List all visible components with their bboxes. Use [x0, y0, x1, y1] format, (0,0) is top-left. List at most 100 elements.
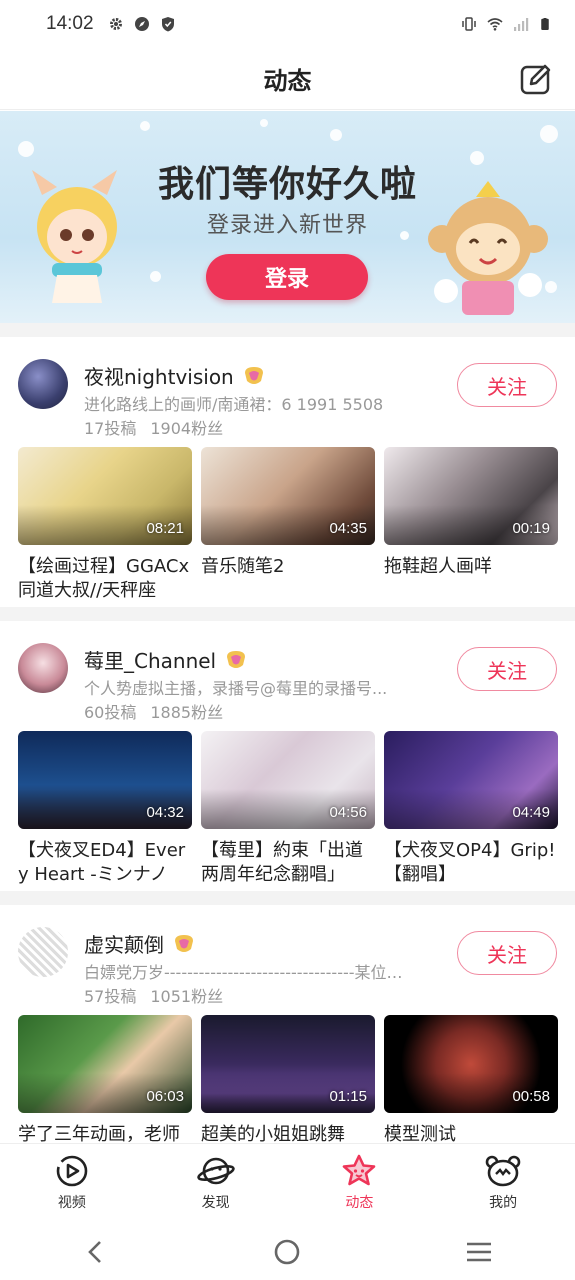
wifi-icon — [487, 18, 503, 31]
tab-label: 视频 — [57, 1195, 86, 1211]
video-title[interactable]: 模型测试 — [384, 1123, 558, 1143]
uploader-card: 莓里_Channel 个人势虚拟主播，录播号@莓里的录播号... 60投稿 188… — [0, 621, 575, 891]
video-item[interactable]: 04:56 【莓里】約束「出道两周年纪念翻唱」 — [201, 731, 375, 887]
video-duration: 06:03 — [146, 1088, 184, 1105]
video-duration: 01:15 — [329, 1088, 367, 1105]
video-title[interactable]: 【绘画过程】GGACx同道大叔//天秤座 — [18, 555, 192, 603]
video-item[interactable]: 06:03 学了三年动画，老师 — [18, 1015, 192, 1143]
follow-button[interactable]: 关注 — [457, 363, 557, 407]
video-item[interactable]: 04:35 音乐随笔2 — [201, 447, 375, 603]
bear-tab-icon — [485, 1155, 521, 1187]
video-duration: 04:49 — [512, 804, 550, 821]
video-item[interactable]: 01:15 超美的小姐姐跳舞 — [201, 1015, 375, 1143]
login-button[interactable]: 登录 — [206, 254, 368, 300]
signal-icon — [514, 18, 529, 31]
post-count: 57投稿 — [84, 987, 137, 1006]
uploader-description: 进化路线上的画师/南通裙：6 1991 5508 — [84, 395, 384, 414]
uploader-name-row[interactable]: 莓里_Channel — [84, 645, 248, 674]
follow-button[interactable]: 关注 — [457, 931, 557, 975]
video-title[interactable]: 超美的小姐姐跳舞 — [201, 1123, 375, 1143]
star-tab-icon — [343, 1154, 376, 1186]
video-thumbnail[interactable]: 04:56 — [201, 731, 375, 829]
uploader-description: 个人势虚拟主播，录播号@莓里的录播号... — [84, 679, 388, 698]
uploader-stats: 17投稿 1904粉丝 — [84, 415, 223, 439]
banner-title: 我们等你好久啦 — [157, 164, 417, 205]
uploader-card: 虚实颠倒 白嫖党万岁------------------------------… — [0, 905, 575, 1143]
tab-label: 发现 — [201, 1195, 230, 1211]
follow-button[interactable]: 关注 — [457, 647, 557, 691]
gear-icon — [109, 18, 122, 30]
battery-icon — [541, 18, 549, 30]
verified-badge-icon — [175, 934, 193, 952]
verified-badge-icon — [227, 650, 246, 668]
uploader-name[interactable]: 夜视nightvision — [84, 361, 234, 390]
video-thumbnail[interactable]: 04:35 — [201, 447, 375, 545]
video-thumbnail[interactable]: 01:15 — [201, 1015, 375, 1113]
page-title: 动态 — [263, 67, 312, 95]
section-divider — [0, 323, 575, 337]
avatar[interactable] — [18, 359, 68, 409]
section-divider — [0, 891, 575, 905]
fan-count: 1904粉丝 — [150, 419, 224, 438]
avatar[interactable] — [18, 643, 68, 693]
video-title[interactable]: 音乐随笔2 — [201, 555, 375, 603]
tab-dynamic[interactable]: 动态 — [288, 1144, 432, 1223]
video-item[interactable]: 00:19 拖鞋超人画咩 — [384, 447, 558, 603]
uploader-description: 白嫖党万岁---------------------------------某位… — [84, 963, 414, 982]
back-icon[interactable] — [81, 1237, 111, 1267]
vibrate-icon — [462, 17, 476, 31]
menu-icon[interactable] — [464, 1237, 494, 1267]
video-duration: 00:58 — [512, 1088, 550, 1105]
compass-icon — [134, 17, 149, 31]
tab-me[interactable]: 我的 — [431, 1144, 575, 1223]
video-item[interactable]: 04:49 【犬夜叉OP4】Grip!【翻唱】 — [384, 731, 558, 887]
video-item[interactable]: 08:21 【绘画过程】GGACx同道大叔//天秤座 — [18, 447, 192, 603]
tab-video[interactable]: 视频 — [0, 1144, 144, 1223]
tab-label: 动态 — [345, 1195, 374, 1211]
video-tab-icon — [56, 1155, 88, 1187]
login-banner: 我们等你好久啦 登录进入新世界 登录 — [0, 111, 575, 323]
video-item[interactable]: 00:58 模型测试 — [384, 1015, 558, 1143]
video-thumbnail[interactable]: 04:32 — [18, 731, 192, 829]
uploader-stats: 57投稿 1051粉丝 — [84, 983, 223, 1007]
status-time: 14:02 — [46, 13, 94, 34]
video-thumbnail[interactable]: 06:03 — [18, 1015, 192, 1113]
video-title[interactable]: 【莓里】約束「出道两周年纪念翻唱」 — [201, 839, 375, 887]
post-count: 17投稿 — [84, 419, 137, 438]
fan-count: 1885粉丝 — [150, 703, 224, 722]
uploader-name-row[interactable]: 虚实颠倒 — [84, 929, 196, 958]
uploader-name[interactable]: 莓里_Channel — [84, 645, 216, 674]
tab-discover[interactable]: 发现 — [144, 1144, 288, 1223]
video-title[interactable]: 拖鞋超人画咩 — [384, 555, 558, 603]
video-duration: 04:35 — [329, 520, 367, 537]
video-title[interactable]: 【犬夜叉ED4】Every Heart -ミンナノキ... — [18, 839, 192, 887]
video-duration: 04:56 — [329, 804, 367, 821]
avatar[interactable] — [18, 927, 68, 977]
video-thumbnail[interactable]: 00:58 — [384, 1015, 558, 1113]
uploader-stats: 60投稿 1885粉丝 — [84, 699, 223, 723]
planet-tab-icon — [196, 1157, 235, 1185]
app-header: 动态 — [0, 48, 575, 110]
video-thumbnail[interactable]: 04:49 — [384, 731, 558, 829]
video-title[interactable]: 【犬夜叉OP4】Grip!【翻唱】 — [384, 839, 558, 887]
video-thumbnail[interactable]: 00:19 — [384, 447, 558, 545]
uploader-name[interactable]: 虚实颠倒 — [84, 929, 164, 958]
shield-icon — [161, 17, 174, 32]
fan-count: 1051粉丝 — [150, 987, 224, 1006]
video-thumbnail[interactable]: 08:21 — [18, 447, 192, 545]
uploader-name-row[interactable]: 夜视nightvision — [84, 361, 266, 390]
banner-subtitle: 登录进入新世界 — [206, 213, 368, 238]
system-nav-bar — [0, 1223, 575, 1280]
video-duration: 08:21 — [146, 520, 184, 537]
status-bar: 14:02 — [0, 0, 575, 48]
video-duration: 04:32 — [146, 804, 184, 821]
home-icon[interactable] — [272, 1237, 302, 1267]
bottom-tab-bar: 视频 发现 动态 我的 — [0, 1143, 575, 1223]
video-item[interactable]: 04:32 【犬夜叉ED4】Every Heart -ミンナノキ... — [18, 731, 192, 887]
video-duration: 00:19 — [512, 520, 550, 537]
post-count: 60投稿 — [84, 703, 137, 722]
section-divider — [0, 607, 575, 621]
edit-icon[interactable] — [519, 62, 553, 96]
video-title[interactable]: 学了三年动画，老师 — [18, 1123, 192, 1143]
uploader-card: 夜视nightvision 进化路线上的画师/南通裙：6 1991 5508 1… — [0, 337, 575, 607]
